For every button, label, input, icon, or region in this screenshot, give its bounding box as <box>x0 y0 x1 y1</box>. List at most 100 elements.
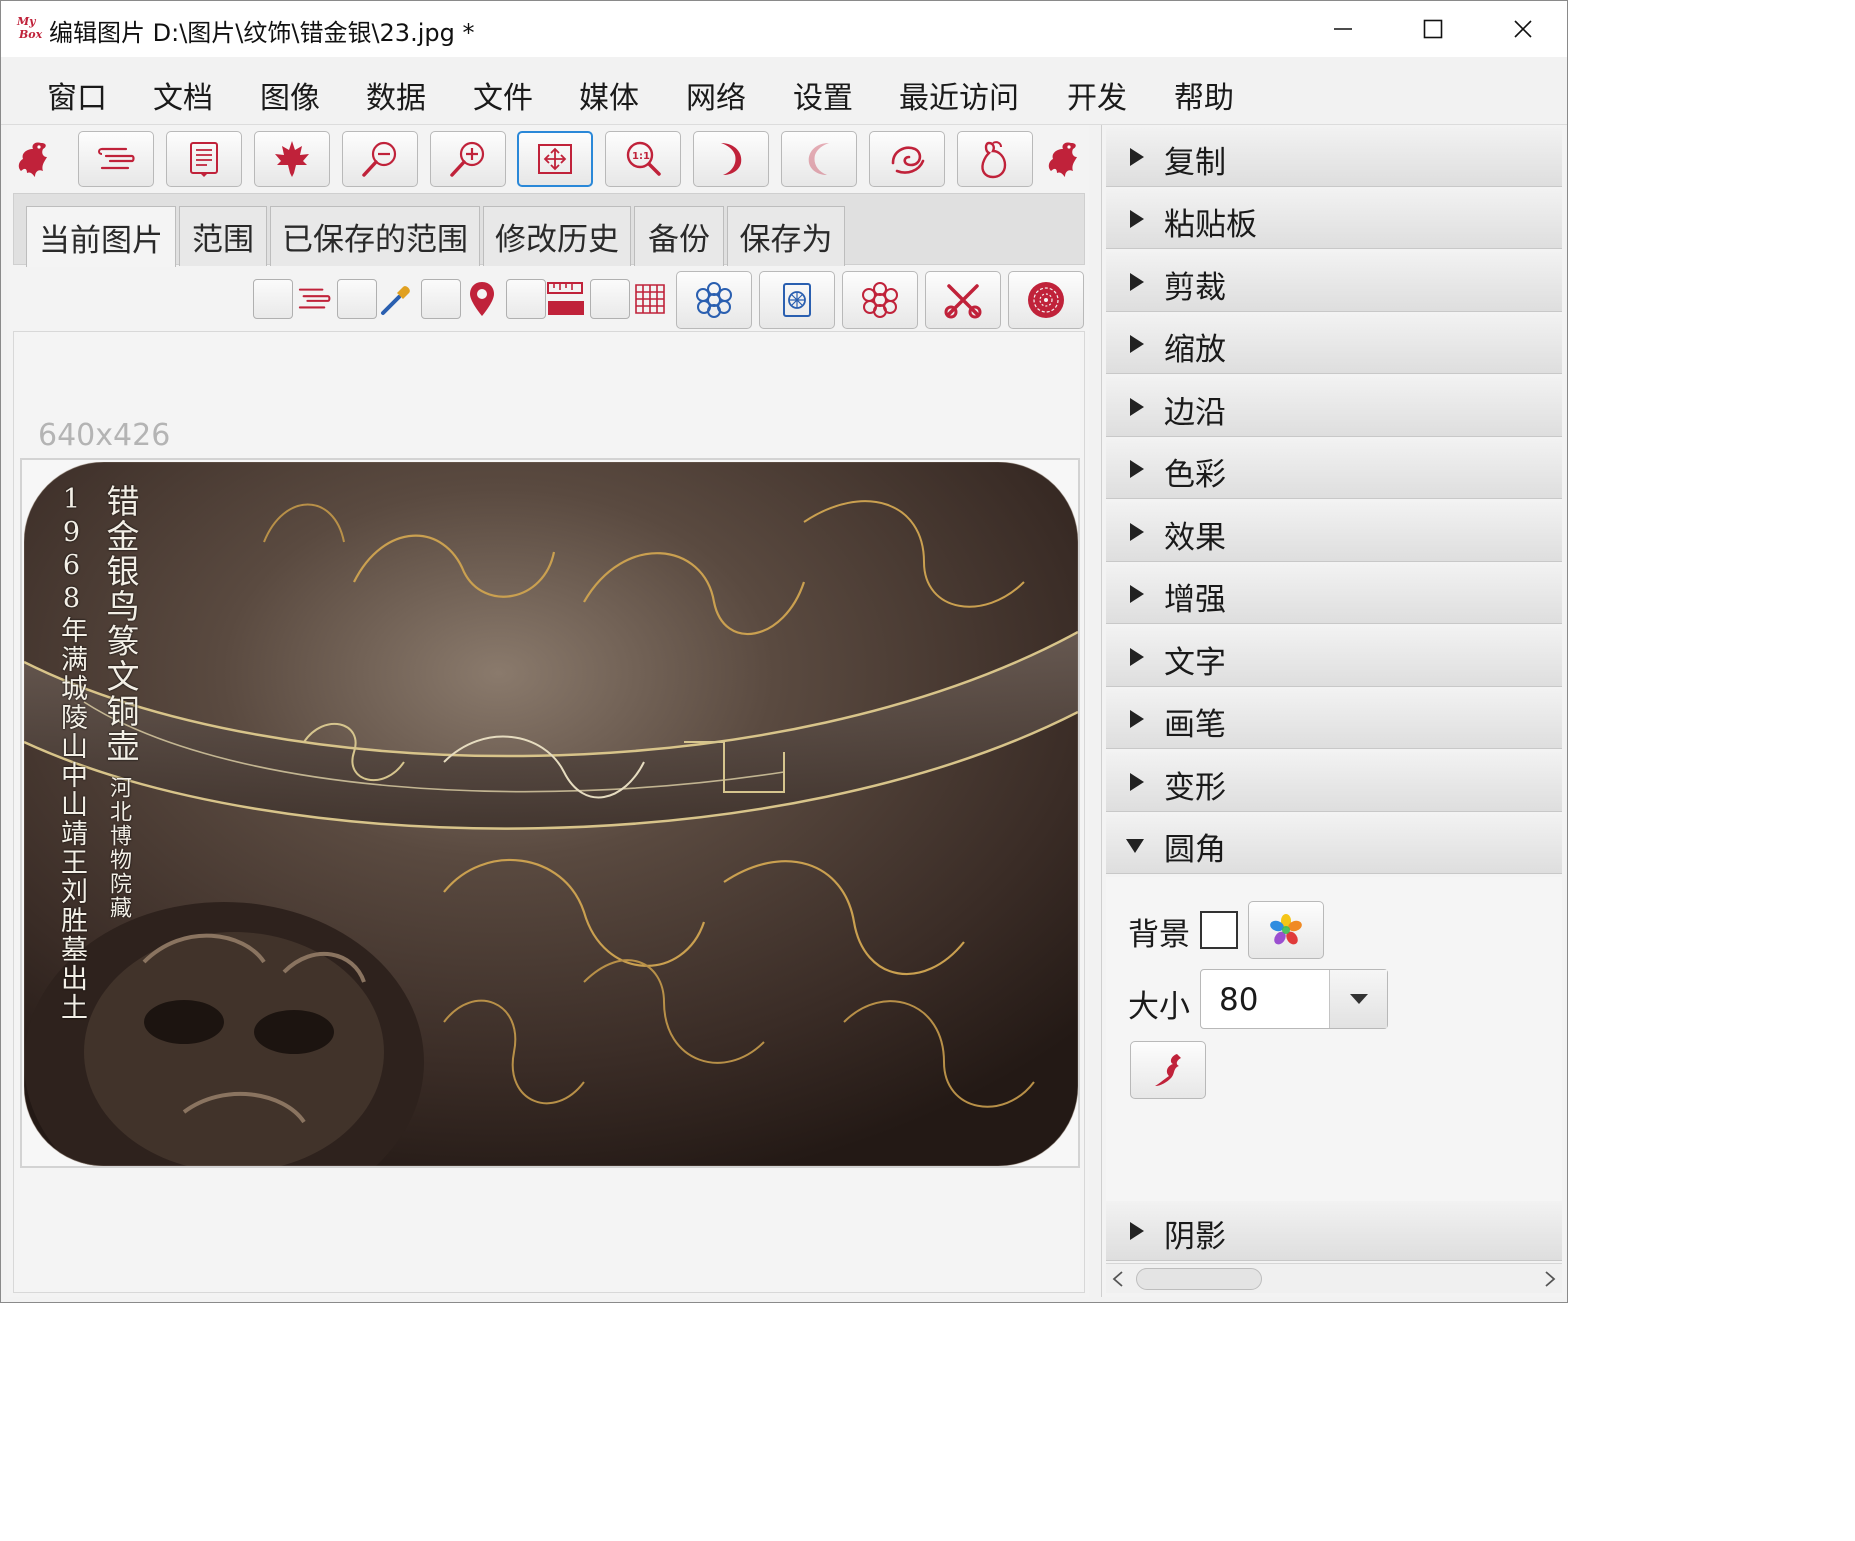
section-crop[interactable]: 剪裁 <box>1106 252 1562 312</box>
section-shadow[interactable]: 阴影 <box>1106 1201 1562 1261</box>
section-label: 效果 <box>1164 520 1226 556</box>
tab-scope[interactable]: 范围 <box>179 206 267 266</box>
scrollbar-thumb[interactable] <box>1136 1268 1262 1290</box>
paragraph-lines-icon <box>298 288 331 309</box>
logo-text-bottom: Box <box>19 28 43 41</box>
bronze-vessel-image[interactable] <box>24 462 1078 1166</box>
menu-develop[interactable]: 开发 <box>1067 73 1127 117</box>
zoom-out-button[interactable] <box>342 131 418 187</box>
rotate-left-button[interactable] <box>781 131 857 187</box>
section-color[interactable]: 色彩 <box>1106 439 1562 499</box>
menu-settings[interactable]: 设置 <box>793 73 853 117</box>
menu-network[interactable]: 网络 <box>686 73 746 117</box>
panel-horizontal-scrollbar[interactable] <box>1106 1263 1562 1293</box>
section-pen[interactable]: 画笔 <box>1106 689 1562 749</box>
image-viewport[interactable]: 640x426 错金银鸟篆文铜壶 河北博物院藏 1968年满城陵山中山靖王刘胜墓… <box>13 331 1085 1293</box>
dropdown-button[interactable] <box>1329 970 1387 1028</box>
rotate-right-button[interactable] <box>693 131 769 187</box>
maple-leaf-icon <box>275 141 309 177</box>
expand-arrow-icon <box>1130 210 1144 228</box>
minimize-icon <box>1334 28 1352 30</box>
red-pattern-button[interactable] <box>842 271 918 329</box>
section-label: 粘贴板 <box>1164 207 1257 243</box>
show-text-checkbox[interactable] <box>253 279 293 319</box>
close-icon <box>1514 20 1532 38</box>
expand-arrow-icon <box>1130 710 1144 728</box>
location-pin-icon <box>470 282 494 316</box>
actual-size-button[interactable]: 1:1 <box>605 131 681 187</box>
caption-museum: 河北博物院藏 <box>106 776 131 920</box>
menu-file[interactable]: 文件 <box>473 73 533 117</box>
menu-window[interactable]: 窗口 <box>47 73 107 117</box>
section-clipboard[interactable]: 粘贴板 <box>1106 189 1562 249</box>
maple-leaf-button[interactable] <box>254 131 330 187</box>
scissors-button[interactable] <box>925 271 1001 329</box>
menu-image[interactable]: 图像 <box>260 73 320 117</box>
menu-recent[interactable]: 最近访问 <box>899 73 1019 117</box>
zoom-in-button[interactable] <box>430 131 506 187</box>
notes-button[interactable] <box>166 131 242 187</box>
image-subtoolbar <box>7 265 1089 329</box>
menu-document[interactable]: 文档 <box>153 73 213 117</box>
fit-window-button[interactable] <box>517 131 593 187</box>
section-enhance[interactable]: 增强 <box>1106 564 1562 624</box>
grid-checkbox[interactable] <box>590 279 630 319</box>
expand-arrow-icon <box>1130 773 1144 791</box>
scroll-left-icon[interactable] <box>1112 1271 1124 1287</box>
close-button[interactable] <box>1478 1 1568 57</box>
maximize-button[interactable] <box>1388 1 1478 57</box>
tab-current-image[interactable]: 当前图片 <box>26 206 176 267</box>
notes-icon <box>190 142 218 177</box>
color-picker-indicator <box>377 277 417 321</box>
actual-size-icon: 1:1 <box>626 141 661 176</box>
tab-backup[interactable]: 备份 <box>634 206 724 266</box>
section-margins[interactable]: 边沿 <box>1106 377 1562 437</box>
rotate-right-icon <box>721 143 742 175</box>
menu-data[interactable]: 数据 <box>366 73 426 117</box>
app-window: My Box 编辑图片 D:\图片\纹饰\错金银\23.jpg * 窗口 文档 … <box>0 0 1568 1303</box>
chrysanthemum-button[interactable] <box>1008 271 1084 329</box>
swirl-icon <box>891 146 925 174</box>
scroll-right-icon[interactable] <box>1544 1271 1556 1287</box>
tab-save-as[interactable]: 保存为 <box>727 206 845 266</box>
background-color-swatch[interactable] <box>1200 911 1238 949</box>
pick-color-checkbox[interactable] <box>337 279 377 319</box>
coordinate-checkbox[interactable] <box>421 279 461 319</box>
blue-card-button[interactable] <box>759 271 835 329</box>
section-effects[interactable]: 效果 <box>1106 502 1562 562</box>
section-text[interactable]: 文字 <box>1106 627 1562 687</box>
section-label: 阴影 <box>1164 1219 1226 1255</box>
swirl-button[interactable] <box>869 131 945 187</box>
zoom-out-icon <box>362 141 397 177</box>
corner-size-value: 80 <box>1219 982 1259 1018</box>
image-frame: 错金银鸟篆文铜壶 河北博物院藏 1968年满城陵山中山靖王刘胜墓出土 <box>20 458 1080 1168</box>
apply-button[interactable] <box>1130 1041 1206 1099</box>
background-label: 背景 <box>1128 917 1190 953</box>
color-palette-button[interactable] <box>1248 901 1324 959</box>
ruler-checkbox[interactable] <box>506 279 546 319</box>
rotate-left-icon <box>808 143 829 175</box>
blue-pattern-button[interactable] <box>676 271 752 329</box>
text-lines-button[interactable] <box>78 131 154 187</box>
section-rounded-corner[interactable]: 圆角 <box>1106 814 1562 874</box>
chrysanthemum-icon <box>1028 282 1064 318</box>
corner-size-select[interactable]: 80 <box>1200 969 1388 1029</box>
tab-history[interactable]: 修改历史 <box>483 206 631 266</box>
menu-media[interactable]: 媒体 <box>579 73 639 117</box>
image-dimensions: 640x426 <box>38 418 171 453</box>
app-logo: My Box <box>15 15 45 45</box>
gourd-button[interactable] <box>957 131 1033 187</box>
expand-arrow-icon <box>1130 585 1144 603</box>
grid-icon <box>635 284 665 314</box>
section-scale[interactable]: 缩放 <box>1106 314 1562 374</box>
menu-help[interactable]: 帮助 <box>1174 73 1234 117</box>
title-bar: My Box 编辑图片 D:\图片\纹饰\错金银\23.jpg * <box>1 1 1567 57</box>
expand-arrow-icon <box>1130 335 1144 353</box>
section-transform[interactable]: 变形 <box>1106 752 1562 812</box>
blue-card-icon <box>783 283 811 317</box>
brush-stroke-icon <box>1155 1054 1181 1086</box>
tab-saved-scopes[interactable]: 已保存的范围 <box>270 206 480 266</box>
image-editor-pane: 1:1 当前图片 范围 已保存的范围 修改历史 备份 保存为 640x426 错… <box>7 125 1089 1297</box>
minimize-button[interactable] <box>1298 1 1388 57</box>
section-copy[interactable]: 复制 <box>1106 127 1562 187</box>
